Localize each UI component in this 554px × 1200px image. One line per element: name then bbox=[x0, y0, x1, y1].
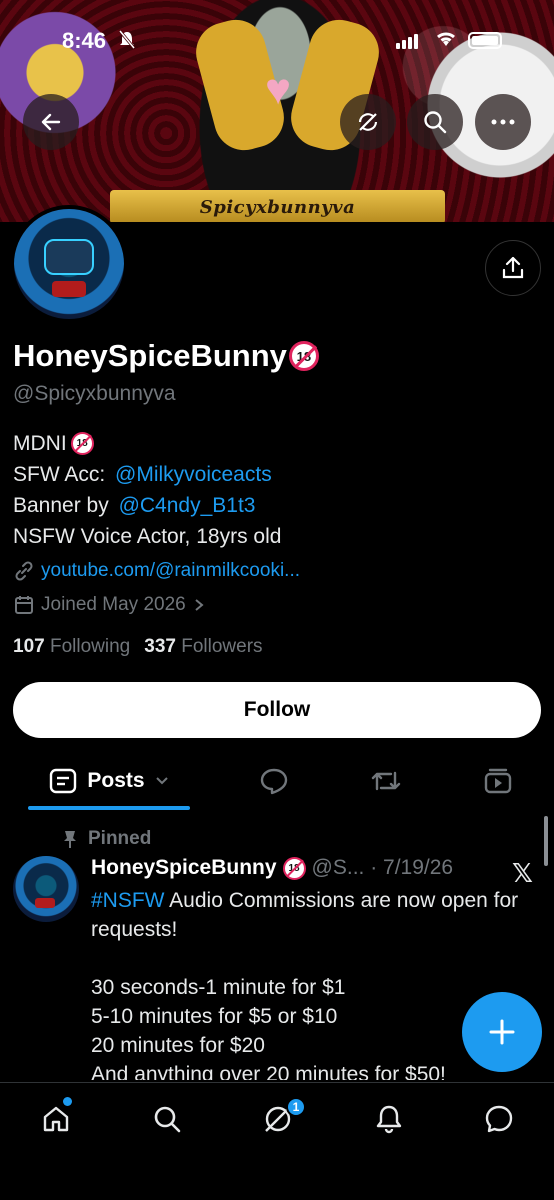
back-button[interactable] bbox=[23, 94, 79, 150]
search-button[interactable] bbox=[407, 94, 463, 150]
pin-icon bbox=[64, 831, 76, 848]
search-icon bbox=[424, 111, 447, 134]
banner-ribbon: Spicyxbunnyva bbox=[110, 190, 445, 222]
nav-notifications[interactable] bbox=[369, 1099, 409, 1139]
share-icon bbox=[502, 256, 524, 279]
status-time: 8:46 bbox=[62, 28, 107, 53]
post-header: HoneySpiceBunny 18 @S... · 7/19/26 bbox=[91, 856, 453, 880]
grok-count-badge: 1 bbox=[286, 1097, 306, 1117]
follow-button[interactable]: Follow bbox=[13, 682, 541, 738]
media-icon bbox=[484, 768, 512, 794]
display-name: HoneySpiceBunny 18 bbox=[13, 338, 319, 374]
banner-ribbon-text: Spicyxbunnyva bbox=[199, 196, 356, 218]
adult-badge-icon: 18 bbox=[282, 856, 306, 880]
link-icon bbox=[15, 561, 33, 581]
notifications-icon bbox=[376, 1105, 402, 1134]
followers-label: Followers bbox=[181, 636, 263, 657]
joined-date: Joined May 2026 bbox=[41, 594, 186, 615]
profile-bio: MDNI 18 SFW Acc: @Milkyvoiceacts Banner … bbox=[13, 428, 281, 552]
profile-avatar[interactable] bbox=[10, 205, 128, 323]
bio-line-3-prefix: Banner by bbox=[13, 494, 115, 517]
display-name-text: HoneySpiceBunny bbox=[13, 338, 287, 373]
post-text-rest: 30 seconds-1 minute for $1 5-10 minutes … bbox=[91, 976, 446, 1080]
messages-icon bbox=[485, 1105, 513, 1133]
tab-posts-label: Posts bbox=[87, 769, 145, 792]
following-count: 107 bbox=[13, 636, 45, 657]
back-arrow-icon bbox=[41, 113, 61, 131]
scrollbar[interactable] bbox=[544, 816, 548, 866]
website-row: youtube.com/@rainmilkcooki... bbox=[13, 560, 300, 582]
bottom-navigation: 1 bbox=[0, 1082, 554, 1200]
status-bar: 8:46 bbox=[0, 0, 554, 80]
tab-reposts[interactable] bbox=[366, 752, 406, 810]
tab-posts[interactable]: Posts bbox=[28, 752, 190, 810]
profile-tabs: Posts bbox=[0, 752, 554, 810]
followers-count: 337 bbox=[144, 636, 176, 657]
sfw-account-link[interactable]: @Milkyvoiceacts bbox=[115, 459, 272, 490]
compose-button[interactable] bbox=[462, 992, 542, 1072]
refresh-button[interactable] bbox=[340, 94, 396, 150]
post-text: #NSFW Audio Commissions are now open for… bbox=[91, 886, 531, 1080]
adult-badge-icon: 18 bbox=[70, 432, 94, 455]
following-label: Following bbox=[49, 636, 131, 657]
website-link[interactable]: youtube.com/@rainmilkcooki... bbox=[41, 560, 300, 582]
chevron-right-icon bbox=[195, 599, 204, 611]
plus-icon bbox=[489, 1019, 515, 1045]
post-hashtag[interactable]: #NSFW bbox=[91, 889, 165, 912]
bio-line-2-prefix: SFW Acc: bbox=[13, 463, 112, 486]
bio-line-4: NSFW Voice Actor, 18yrs old bbox=[13, 525, 282, 548]
home-notification-dot bbox=[63, 1097, 72, 1106]
active-tab-indicator bbox=[28, 806, 190, 810]
adult-badge-icon: 18 bbox=[288, 341, 319, 371]
banner-artist-link[interactable]: @C4ndy_B1t3 bbox=[119, 490, 256, 521]
nav-explore[interactable] bbox=[147, 1099, 187, 1139]
following-stat[interactable]: 107 Following bbox=[13, 636, 130, 658]
replies-icon bbox=[260, 768, 288, 795]
profile-handle: @Spicyxbunnyva bbox=[13, 382, 176, 405]
more-icon bbox=[491, 119, 515, 125]
pinned-label: Pinned bbox=[88, 828, 152, 849]
joined-row[interactable]: Joined May 2026 bbox=[13, 594, 206, 616]
bio-line-1: MDNI bbox=[13, 432, 67, 455]
retweet-icon bbox=[371, 771, 401, 791]
follow-counts: 107 Following 337 Followers bbox=[13, 636, 263, 658]
posts-icon bbox=[50, 768, 77, 794]
signal-icon bbox=[396, 34, 418, 49]
tab-replies[interactable] bbox=[254, 752, 294, 810]
followers-stat[interactable]: 337 Followers bbox=[144, 636, 262, 658]
explore-icon bbox=[154, 1106, 181, 1133]
x-logo-icon: 𝕏 bbox=[512, 858, 533, 888]
chevron-down-icon bbox=[155, 777, 168, 785]
silent-mode-icon bbox=[118, 30, 136, 55]
share-button[interactable] bbox=[485, 240, 541, 296]
no-refresh-icon bbox=[358, 113, 378, 131]
calendar-icon bbox=[15, 596, 33, 614]
tab-media[interactable] bbox=[478, 752, 518, 810]
more-button[interactable] bbox=[475, 94, 531, 150]
battery-icon bbox=[468, 32, 502, 49]
post-meta: @S... · 7/19/26 bbox=[311, 856, 454, 879]
wifi-icon bbox=[437, 32, 455, 46]
post-author-name[interactable]: HoneySpiceBunny bbox=[91, 856, 277, 880]
pinned-indicator: Pinned bbox=[62, 828, 151, 850]
home-icon bbox=[43, 1106, 69, 1132]
nav-messages[interactable] bbox=[479, 1099, 519, 1139]
post-author-avatar[interactable] bbox=[13, 856, 79, 922]
